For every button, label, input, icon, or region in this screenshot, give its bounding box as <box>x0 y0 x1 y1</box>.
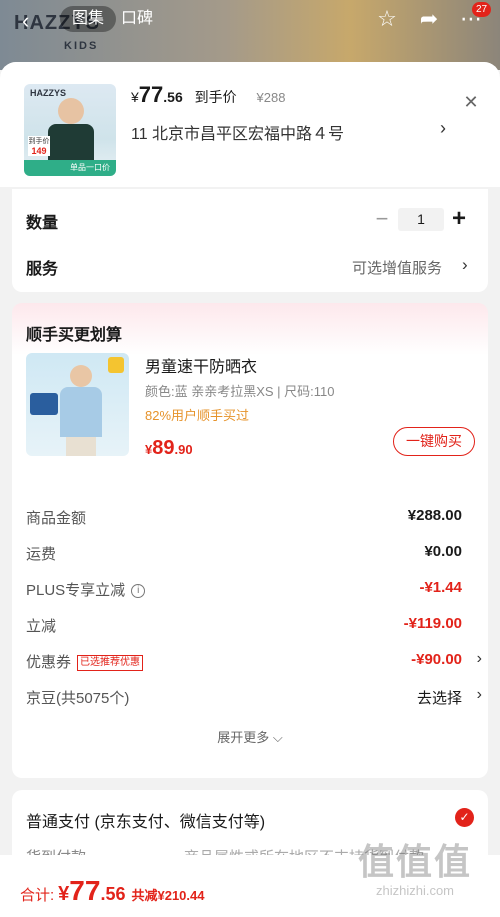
summary-row: 商品金额 ¥288.00 <box>26 507 474 531</box>
summary-label: 京豆(共5075个) <box>26 690 130 707</box>
thumb-bar: 单品一口价 <box>24 160 116 176</box>
product-thumbnail[interactable]: HAZZYS 到手价 149 单品一口价 <box>24 84 116 176</box>
thumb-model-head <box>58 98 84 124</box>
thumb-tag-label: 到手价 <box>28 138 50 145</box>
quantity-minus-button[interactable]: − <box>372 208 392 230</box>
tab-gallery[interactable]: 图集 <box>60 6 117 32</box>
coupon-value: -¥90.00 <box>411 651 462 668</box>
service-label: 服务 <box>26 261 59 278</box>
chevron-right-icon[interactable]: › <box>477 650 482 668</box>
summary-label: PLUS专享立减 i <box>26 579 146 600</box>
info-icon[interactable]: i <box>131 584 146 599</box>
watermark-text: 值值值 <box>357 841 472 882</box>
price-symbol: ¥ <box>131 89 139 105</box>
chevron-right-icon[interactable]: › <box>462 255 468 275</box>
coupon-label: 优惠券 <box>26 654 72 671</box>
total-symbol: ¥ <box>58 883 70 905</box>
coupon-tag: 已选推荐优惠 <box>77 655 144 672</box>
quantity-service-card: 数量 − 1 + 服务 可选增值服务 › <box>12 189 488 292</box>
payment-option-standard[interactable]: 普通支付 (京东支付、微信支付等) <box>26 808 265 832</box>
total-saved: 共减¥210.44 <box>131 888 205 903</box>
total-price: 合计: ¥77.56 共减¥210.44 <box>20 875 204 907</box>
share-icon[interactable]: ➦ <box>416 6 442 32</box>
quantity-input[interactable]: 1 <box>398 208 444 231</box>
bundle-price: ¥89.90 <box>145 437 193 460</box>
thumb-model-head <box>70 365 92 387</box>
watermark-url: zhizhizhi.com <box>375 883 455 898</box>
jingdou-row[interactable]: 京豆(共5075个) 去选择 › <box>26 686 482 711</box>
thumb-model-shorts <box>66 437 96 456</box>
thumb-model-jacket <box>60 387 102 437</box>
summary-label: 立减 <box>26 618 57 635</box>
summary-row: 运费 ¥0.00 <box>26 543 474 567</box>
quantity-label: 数量 <box>26 215 59 232</box>
summary-label: 商品金额 <box>26 510 87 527</box>
thumb-tag-price: 149 <box>31 146 47 156</box>
thumb-graphic <box>30 393 58 415</box>
watermark: 值值值 zhizhizhi.com <box>340 840 490 898</box>
thumb-sun-badge <box>108 357 124 373</box>
expand-more-button[interactable]: 展开更多 ⌵ <box>12 727 488 746</box>
total-dec: .56 <box>100 884 126 904</box>
chevron-right-icon[interactable]: › <box>477 686 482 704</box>
brand-logo-sub: KIDS <box>64 40 99 52</box>
original-price: ¥288 <box>256 90 286 105</box>
summary-label: 优惠券 已选推荐优惠 <box>26 651 144 672</box>
price-dec: .56 <box>163 89 183 105</box>
price-label: 到手价 <box>194 89 237 105</box>
chevron-right-icon[interactable]: › <box>440 118 446 139</box>
summary-value: ¥288.00 <box>407 507 462 524</box>
cart-badge: 27 <box>472 2 492 17</box>
tab-reviews[interactable]: 口碑 <box>121 6 153 32</box>
summary-label: 运费 <box>26 546 57 563</box>
close-icon[interactable]: ✕ <box>459 90 483 114</box>
check-icon[interactable]: ✓ <box>455 808 474 827</box>
thumb-brand: HAZZYS <box>30 88 66 98</box>
service-value[interactable]: 可选增值服务 <box>352 257 442 278</box>
thumb-price-tag: 到手价 149 <box>28 136 50 156</box>
sheet-header: HAZZYS 到手价 149 单品一口价 ¥77.56 到手价 ¥288 11 … <box>0 62 500 187</box>
bundle-price-dec: .90 <box>174 442 193 457</box>
price-summary-card: 商品金额 ¥288.00 运费 ¥0.00 PLUS专享立减 i -¥1.44 立… <box>12 489 488 778</box>
bundle-price-int: 89 <box>152 437 175 459</box>
product-page-backdrop: HAZZYS KIDS ‹ 图集 口碑 ☆ ➦ ⋯ 27 <box>0 0 500 70</box>
summary-value: ¥0.00 <box>424 543 462 560</box>
price-int: 77 <box>138 82 164 107</box>
summary-row: PLUS专享立减 i -¥1.44 <box>26 579 474 603</box>
total-int: 77 <box>69 875 101 906</box>
bundle-product-thumbnail[interactable] <box>26 353 129 456</box>
summary-value: -¥119.00 <box>403 615 462 632</box>
star-icon[interactable]: ☆ <box>374 6 400 32</box>
back-icon[interactable]: ‹ <box>22 8 29 34</box>
quantity-plus-button[interactable]: + <box>449 207 469 231</box>
bundle-bought-rate: 82%用户顺手买过 <box>145 408 250 423</box>
product-price: ¥77.56 到手价 ¥288 <box>131 82 285 108</box>
purchase-sheet: HAZZYS 到手价 149 单品一口价 ¥77.56 到手价 ¥288 11 … <box>0 62 500 917</box>
bundle-product-name[interactable]: 男童速干防晒衣 <box>145 353 257 377</box>
one-click-buy-button[interactable]: 一键购买 <box>393 427 475 456</box>
delivery-address[interactable]: 11 北京市昌平区宏福中路４号 <box>131 120 344 144</box>
summary-value: -¥1.44 <box>419 579 462 596</box>
total-label: 合计: <box>20 887 55 904</box>
coupon-row[interactable]: 优惠券 已选推荐优惠 -¥90.00 › <box>26 650 482 675</box>
bundle-product-spec: 颜色:蓝 亲亲考拉黑XS | 尺码:110 <box>145 384 335 399</box>
summary-row: 立减 -¥119.00 <box>26 615 474 639</box>
jingdou-value[interactable]: 去选择 <box>417 687 462 708</box>
plus-discount-label: PLUS专享立减 <box>26 582 126 599</box>
bundle-title: 顺手买更划算 <box>26 327 123 344</box>
